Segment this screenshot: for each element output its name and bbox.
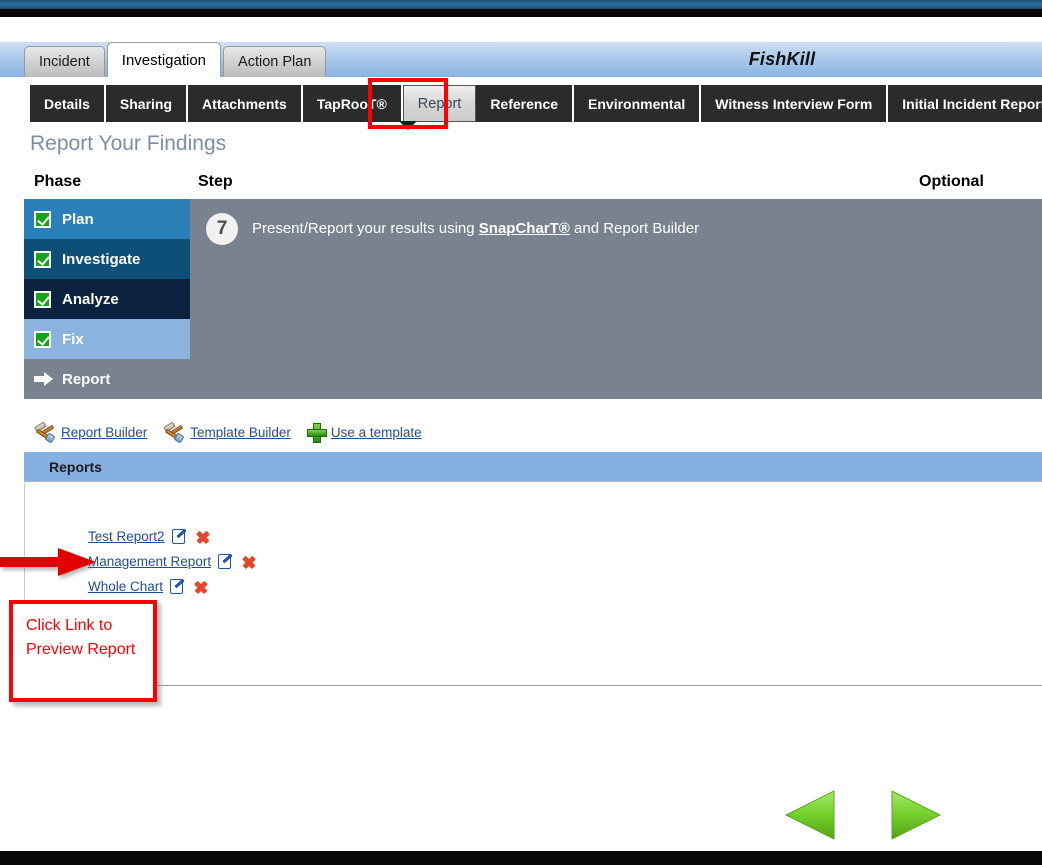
phase-item-analyze[interactable]: Analyze [24, 279, 190, 319]
nav-item-sharing[interactable]: Sharing [106, 85, 188, 122]
reports-panel-header: Reports [24, 452, 1042, 482]
phase-list: Plan Investigate Analyze Fix Report [24, 199, 190, 399]
report-link[interactable]: Test Report2 [88, 529, 165, 544]
snapchart-link[interactable]: SnapCharT® [479, 220, 570, 237]
phase-label: Plan [62, 211, 94, 228]
nav-item-taproot[interactable]: TapRooT® [303, 85, 403, 122]
list-item: Management Report [88, 549, 256, 574]
column-header-optional: Optional [919, 173, 984, 191]
phase-item-plan[interactable]: Plan [24, 199, 190, 239]
phase-item-report[interactable]: Report [24, 359, 190, 399]
plus-icon [307, 423, 325, 441]
list-item: Whole Chart [88, 574, 256, 599]
tab-investigation[interactable]: Investigation [107, 42, 221, 77]
nav-item-details[interactable]: Details [30, 85, 106, 122]
browser-statusbar [0, 851, 1042, 865]
section-nav: Details Sharing Attachments TapRooT® Rep… [30, 85, 1042, 122]
column-header-step: Step [198, 173, 233, 191]
phase-label: Analyze [62, 291, 119, 308]
report-builder-action[interactable]: Report Builder [34, 422, 147, 443]
reports-list: Test Report2 Management Report Whole Cha… [88, 524, 256, 599]
checkbox-checked-icon [34, 331, 51, 348]
nav-item-witness-interview-form[interactable]: Witness Interview Form [701, 85, 888, 122]
nav-item-initial-incident-reporting[interactable]: Initial Incident Reporting [888, 85, 1042, 122]
page-title: Report Your Findings [30, 132, 226, 156]
phase-item-fix[interactable]: Fix [24, 319, 190, 359]
delete-x-icon[interactable] [195, 529, 210, 544]
edit-note-icon[interactable] [170, 579, 186, 595]
use-a-template-label: Use a template [331, 425, 422, 440]
wizard-navigation [784, 789, 954, 841]
nav-item-environmental[interactable]: Environmental [574, 85, 701, 122]
arrow-right-icon [34, 371, 54, 388]
reports-panel-title: Reports [49, 459, 102, 475]
step-description: Present/Report your results using SnapCh… [252, 216, 699, 242]
tab-action-plan[interactable]: Action Plan [223, 46, 326, 77]
phase-item-investigate[interactable]: Investigate [24, 239, 190, 279]
phase-label: Fix [62, 331, 84, 348]
checkbox-checked-icon [34, 251, 51, 268]
edit-note-icon[interactable] [218, 554, 234, 570]
phase-label: Investigate [62, 251, 140, 268]
step-text-before: Present/Report your results using [252, 220, 479, 237]
investigation-title: FishKill [522, 42, 1042, 77]
app-window: Incident Investigation Action Plan FishK… [0, 0, 1042, 865]
previous-step-arrow-icon[interactable] [784, 789, 836, 841]
phase-step-table-header: Phase Step Optional [0, 173, 1042, 198]
report-builder-label: Report Builder [61, 425, 147, 440]
checkbox-checked-icon [34, 211, 51, 228]
nav-item-attachments[interactable]: Attachments [188, 85, 303, 122]
checkbox-checked-icon [34, 291, 51, 308]
edit-note-icon[interactable] [172, 529, 188, 545]
step-text-after: and Report Builder [570, 220, 699, 237]
tools-icon [163, 422, 184, 443]
chevron-down-icon [399, 121, 417, 130]
template-builder-label: Template Builder [190, 425, 291, 440]
annotation-callout-text: Click Link to Preview Report [26, 614, 153, 662]
browser-toolbar-strip [0, 9, 1042, 17]
reports-panel-body: Test Report2 Management Report Whole Cha… [24, 483, 1042, 685]
use-a-template-action[interactable]: Use a template [307, 423, 422, 441]
step-panel: 7 Present/Report your results using Snap… [190, 199, 1042, 399]
column-header-phase: Phase [34, 173, 81, 191]
nav-item-reference[interactable]: Reference [476, 85, 574, 122]
tab-incident[interactable]: Incident [24, 46, 105, 77]
template-builder-action[interactable]: Template Builder [163, 422, 291, 443]
report-actions-toolbar: Report Builder Template Builder Use a te… [34, 418, 438, 446]
phase-label: Report [62, 371, 110, 388]
report-link[interactable]: Management Report [88, 554, 211, 569]
primary-tab-row: Incident Investigation Action Plan FishK… [0, 42, 1042, 77]
browser-titlebar [0, 0, 1042, 9]
tabstrip-spacer [0, 17, 1042, 42]
nav-item-report[interactable]: Report [403, 85, 477, 122]
next-step-arrow-icon[interactable] [890, 789, 942, 841]
step-number-badge: 7 [206, 213, 238, 245]
list-item: Test Report2 [88, 524, 256, 549]
annotation-callout: Click Link to Preview Report [9, 600, 157, 702]
primary-tabs: Incident Investigation Action Plan [24, 42, 326, 77]
delete-x-icon[interactable] [193, 579, 208, 594]
tools-icon [34, 422, 55, 443]
delete-x-icon[interactable] [241, 554, 256, 569]
report-link[interactable]: Whole Chart [88, 579, 163, 594]
annotation-arrow-icon [0, 548, 96, 576]
section-divider [24, 685, 1042, 686]
